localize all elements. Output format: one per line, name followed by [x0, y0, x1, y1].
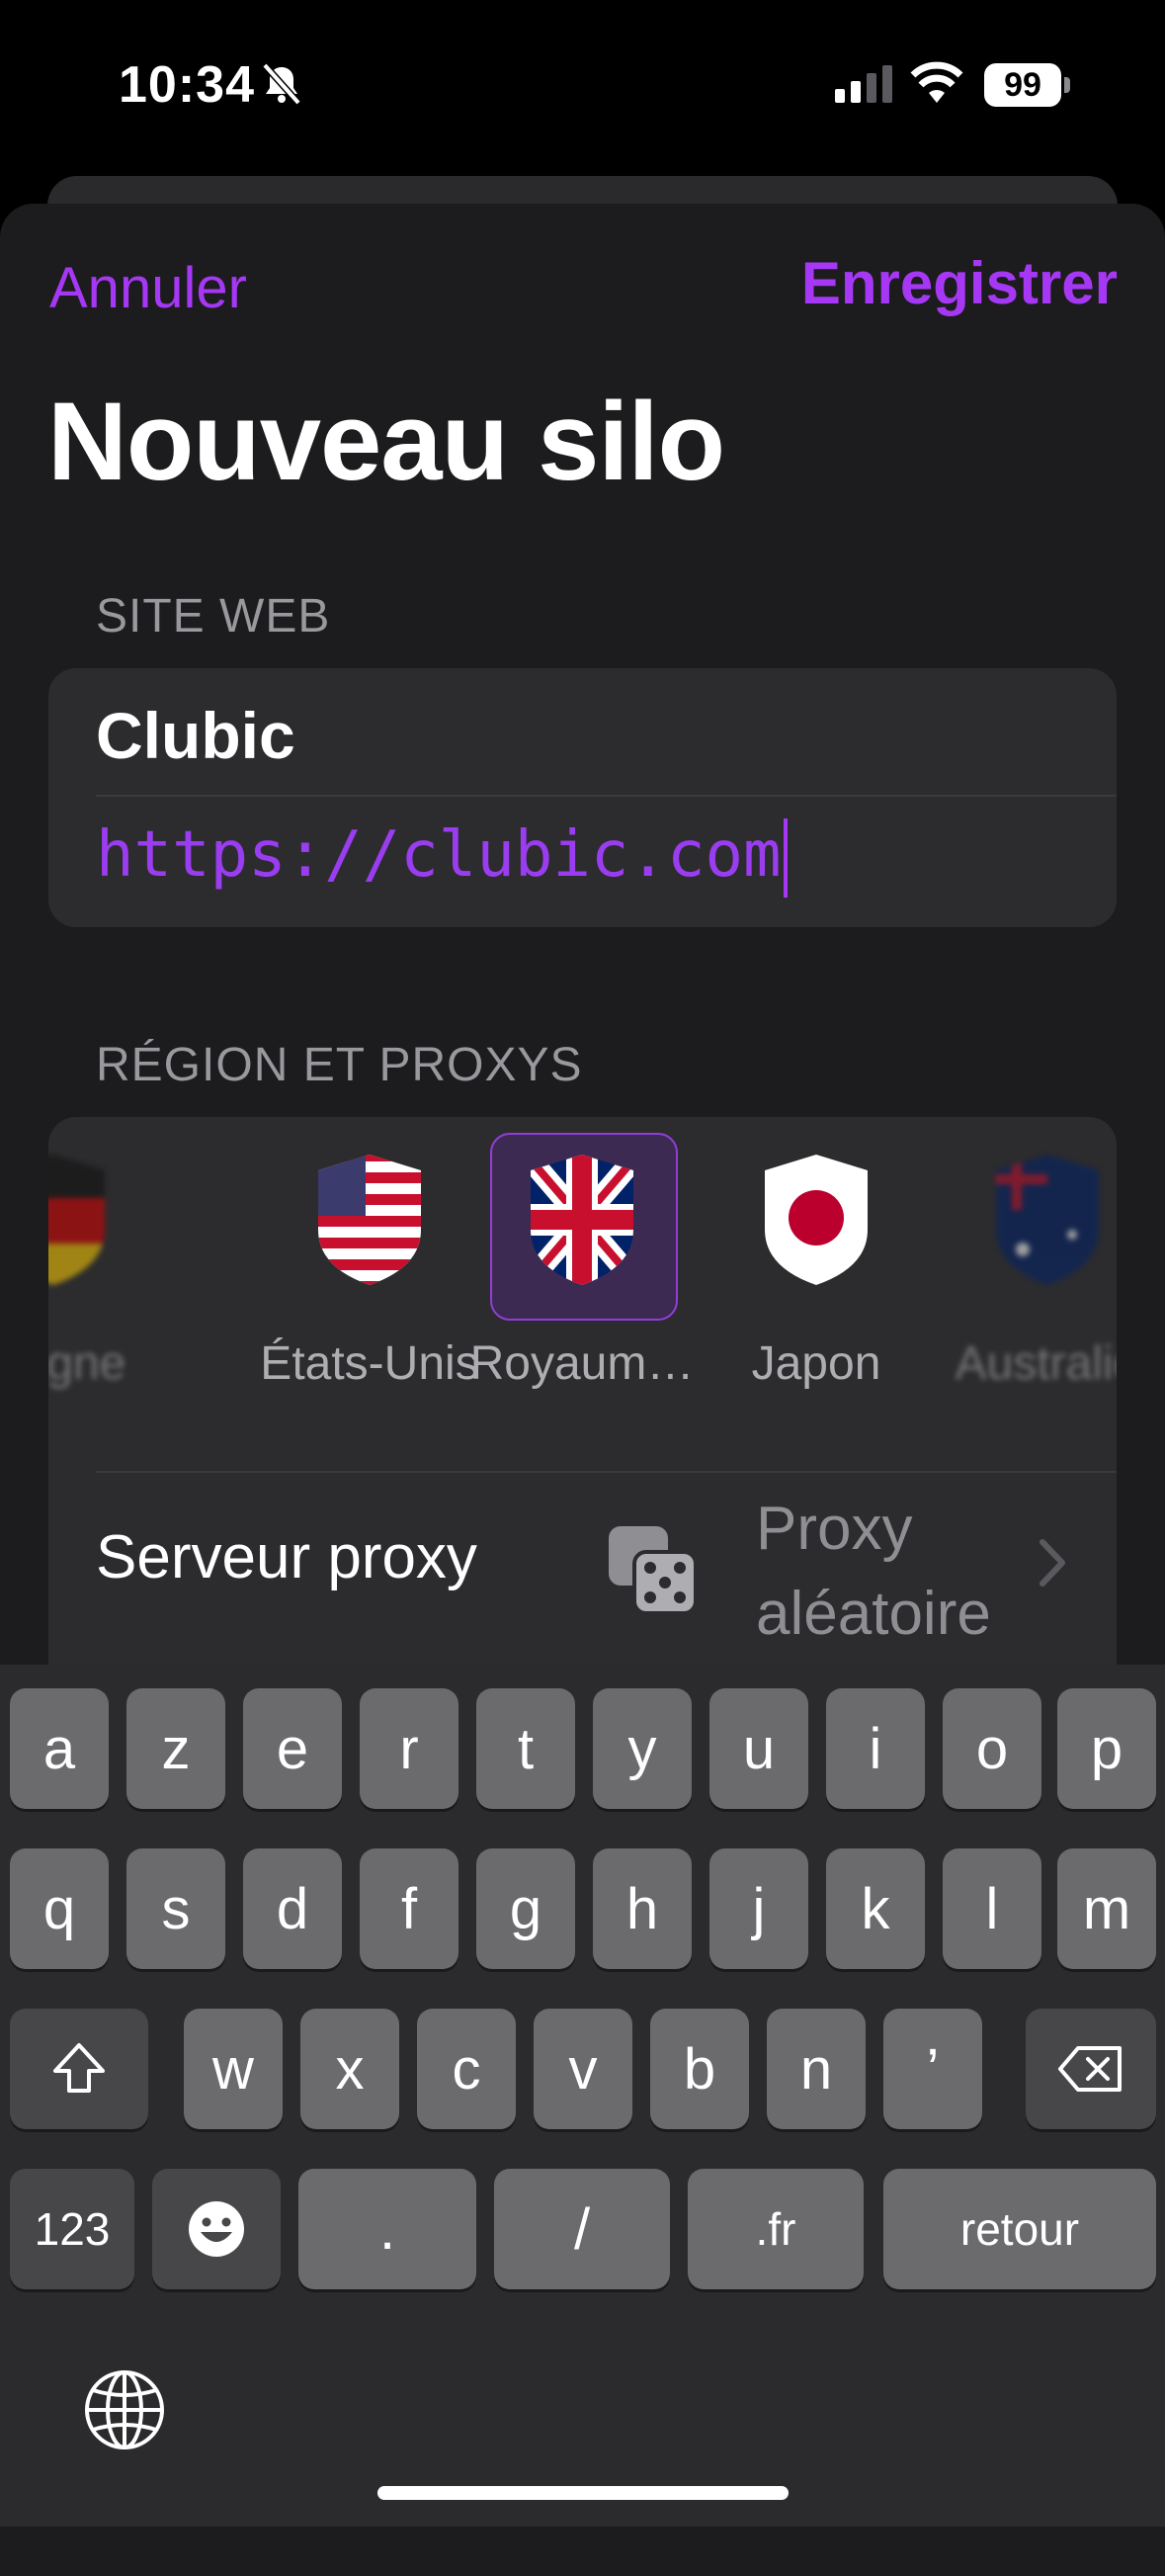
region-carousel[interactable]: magne États-Unis [48, 1117, 1117, 1473]
region-label: magne [48, 1337, 126, 1390]
key-z[interactable]: z [126, 1688, 225, 1809]
key-n[interactable]: n [767, 2009, 866, 2129]
key-h[interactable]: h [593, 1848, 692, 1969]
region-card: magne États-Unis [48, 1117, 1117, 1750]
key-e[interactable]: e [243, 1688, 342, 1809]
chevron-right-icon [1040, 1539, 1065, 1587]
proxy-server-label[interactable]: Serveur proxy [96, 1522, 477, 1592]
key-j[interactable]: j [709, 1848, 808, 1969]
page-title: Nouveau silo [47, 380, 725, 503]
divider [96, 1471, 1117, 1473]
globe-icon[interactable] [83, 2368, 166, 2451]
site-name-field[interactable]: Clubic [96, 698, 295, 773]
japan-flag-icon [765, 1155, 868, 1285]
delete-key[interactable] [1026, 2009, 1156, 2129]
key-a[interactable]: a [10, 1688, 109, 1809]
germany-flag-icon [48, 1155, 105, 1285]
key-u[interactable]: u [709, 1688, 808, 1809]
emoji-key[interactable] [152, 2169, 281, 2289]
key-f[interactable]: f [360, 1848, 458, 1969]
usa-flag-icon [318, 1155, 421, 1285]
text-cursor [783, 818, 788, 899]
divider [96, 795, 1117, 797]
uk-flag-icon [531, 1155, 633, 1285]
key-k[interactable]: k [826, 1848, 925, 1969]
proxy-server-value[interactable]: Proxy aléatoire [756, 1487, 991, 1657]
key-c[interactable]: c [417, 2009, 516, 2129]
key-i[interactable]: i [826, 1688, 925, 1809]
dice-icon [609, 1526, 698, 1615]
key-tld[interactable]: .fr [688, 2169, 864, 2289]
key-m[interactable]: m [1057, 1848, 1156, 1969]
website-section-label: SITE WEB [96, 590, 331, 643]
home-indicator[interactable] [377, 2486, 789, 2500]
key-q[interactable]: q [10, 1848, 109, 1969]
proxy-value-line1: Proxy [756, 1495, 913, 1563]
status-bar: 10:34 99 [0, 0, 1165, 168]
cellular-signal-icon [835, 65, 892, 103]
key-p[interactable]: p [1057, 1688, 1156, 1809]
key-dot[interactable]: . [298, 2169, 476, 2289]
region-section-label: RÉGION ET PROXYS [96, 1039, 583, 1091]
shift-icon [53, 2043, 105, 2093]
key-g[interactable]: g [476, 1848, 575, 1969]
save-button[interactable]: Enregistrer [801, 249, 1118, 317]
battery-nub [1064, 77, 1070, 93]
shift-key[interactable] [10, 2009, 148, 2129]
proxy-value-line2: aléatoire [756, 1580, 991, 1648]
key-apostrophe[interactable]: ’ [883, 2009, 982, 2129]
key-y[interactable]: y [593, 1688, 692, 1809]
return-key[interactable]: retour [883, 2169, 1156, 2289]
cancel-button[interactable]: Annuler [49, 255, 247, 321]
emoji-icon [189, 2201, 244, 2257]
key-l[interactable]: l [943, 1848, 1041, 1969]
key-t[interactable]: t [476, 1688, 575, 1809]
website-card: Clubic https://clubic.com [48, 668, 1117, 927]
numbers-key[interactable]: 123 [10, 2169, 134, 2289]
site-url-text: https://clubic.com [96, 818, 782, 892]
key-w[interactable]: w [184, 2009, 283, 2129]
australia-flag-icon [996, 1155, 1099, 1285]
wifi-icon [910, 61, 963, 103]
keyboard: a z e r t y u i o p q s d f g h j k l m … [0, 1665, 1165, 2527]
key-r[interactable]: r [360, 1688, 458, 1809]
key-slash[interactable]: / [494, 2169, 670, 2289]
backspace-icon [1058, 2046, 1122, 2092]
silent-bell-icon [262, 62, 301, 106]
key-b[interactable]: b [650, 2009, 749, 2129]
key-v[interactable]: v [534, 2009, 632, 2129]
site-url-field[interactable]: https://clubic.com [96, 818, 788, 899]
key-o[interactable]: o [943, 1688, 1041, 1809]
status-time: 10:34 [119, 56, 255, 114]
region-label: Australie [955, 1337, 1117, 1390]
battery-indicator: 99 [984, 63, 1061, 107]
key-x[interactable]: x [300, 2009, 399, 2129]
key-s[interactable]: s [126, 1848, 225, 1969]
key-d[interactable]: d [243, 1848, 342, 1969]
